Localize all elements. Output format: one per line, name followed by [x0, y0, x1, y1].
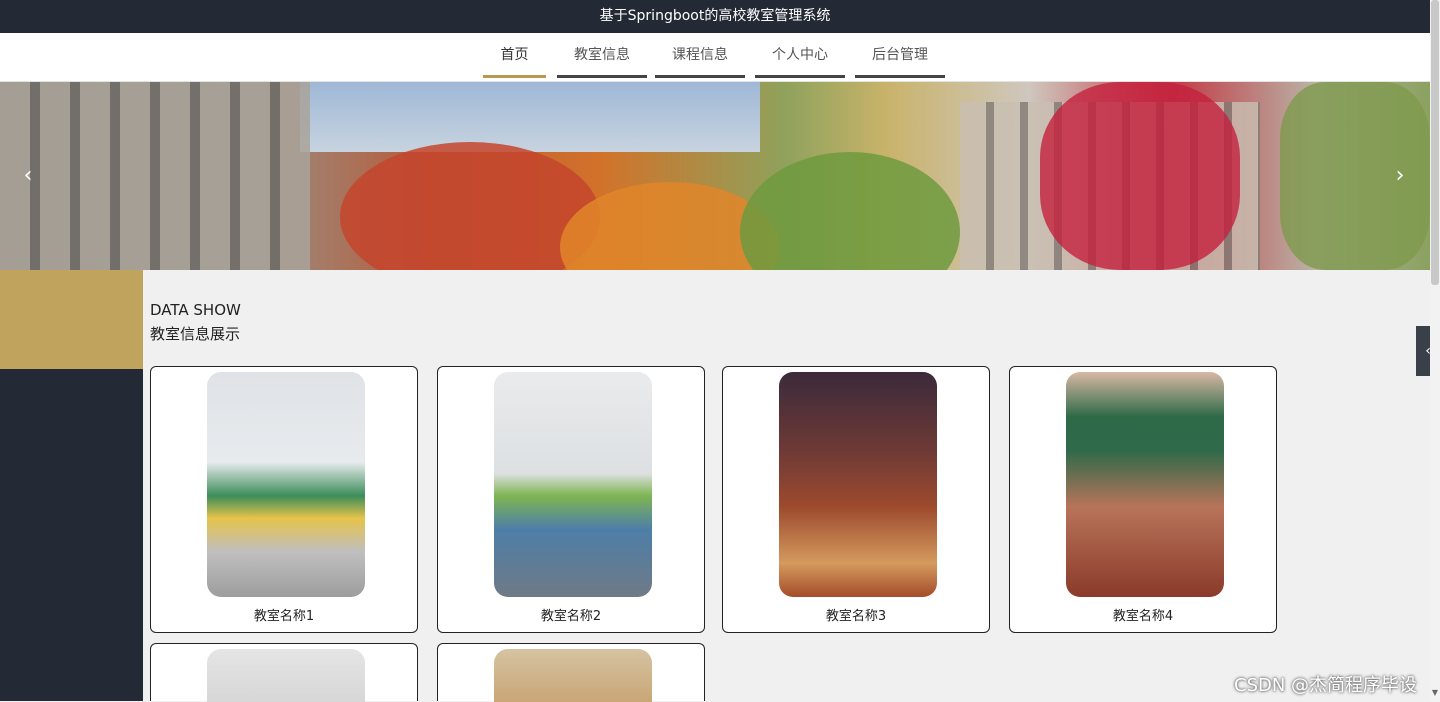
classroom-card[interactable]: 教室名称1: [150, 366, 418, 633]
classroom-name: 教室名称1: [253, 609, 315, 624]
section-title-cn: 教室信息展示: [150, 325, 241, 343]
chevron-right-icon[interactable]: ›: [1388, 164, 1412, 188]
nav-item-admin[interactable]: 后台管理: [855, 33, 945, 78]
classroom-card[interactable]: [437, 643, 705, 702]
classroom-image: [207, 372, 365, 597]
classroom-card[interactable]: [150, 643, 418, 702]
classroom-card[interactable]: 教室名称2: [437, 366, 705, 633]
nav-item-personal-center[interactable]: 个人中心: [755, 33, 845, 78]
classroom-name: 教室名称4: [1112, 609, 1174, 624]
site-title: 基于Springboot的高校教室管理系统: [599, 8, 831, 24]
classroom-card[interactable]: 教室名称4: [1009, 366, 1277, 633]
classroom-image: [494, 372, 652, 597]
classroom-image: [494, 649, 652, 702]
watermark: CSDN @杰简程序毕设: [1234, 675, 1418, 696]
nav-item-course-info[interactable]: 课程信息: [655, 33, 745, 78]
classroom-name: 教室名称3: [825, 609, 887, 624]
classroom-image: [1066, 372, 1224, 597]
classroom-image: [779, 372, 937, 597]
classroom-card[interactable]: 教室名称3: [722, 366, 990, 633]
scroll-down-icon[interactable]: ▼: [1430, 688, 1440, 700]
page-scrollbar[interactable]: ▼: [1430, 0, 1440, 701]
section-title-en: DATA SHOW: [150, 301, 241, 319]
main-nav: 首页 教室信息 课程信息 个人中心 后台管理: [0, 33, 1430, 82]
sidebar-dark-block: [0, 369, 143, 701]
classroom-image: [207, 649, 365, 702]
site-header: 基于Springboot的高校教室管理系统: [0, 0, 1430, 33]
nav-item-classroom-info[interactable]: 教室信息: [557, 33, 647, 78]
sidebar-accent-block: [0, 270, 143, 369]
banner-carousel: ‹ ›: [0, 82, 1430, 270]
chevron-left-icon[interactable]: ‹: [16, 164, 40, 188]
classroom-name: 教室名称2: [540, 609, 602, 624]
nav-item-home[interactable]: 首页: [483, 33, 546, 78]
scrollbar-thumb[interactable]: [1431, 0, 1439, 285]
